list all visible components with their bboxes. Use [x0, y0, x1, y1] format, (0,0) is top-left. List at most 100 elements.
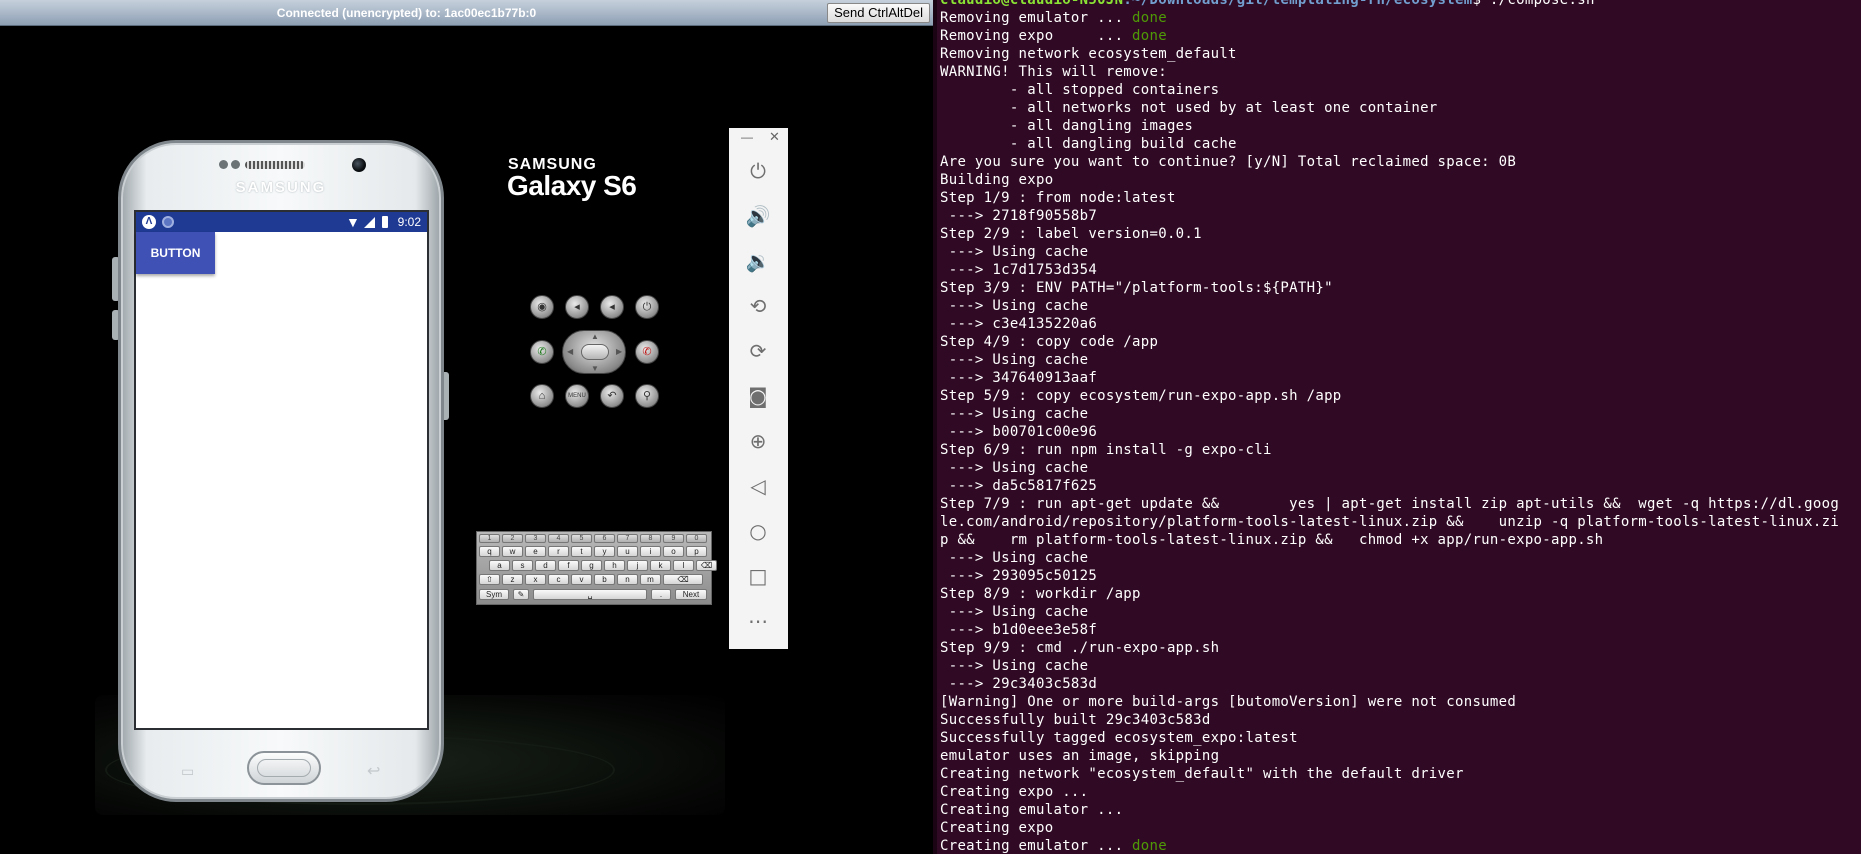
key[interactable]: 2: [502, 534, 523, 543]
terminal-line: Removing network ecosystem_default: [940, 45, 1861, 63]
key[interactable]: v: [571, 574, 592, 585]
key[interactable]: i: [640, 546, 661, 557]
back-key-icon[interactable]: ↩: [367, 761, 380, 781]
terminal-window[interactable]: claudio@claudio-N50JN:~/Downloads/git/te…: [933, 0, 1861, 854]
terminal-line-text: Removing expo ...: [940, 28, 1133, 44]
key[interactable]: j: [627, 560, 648, 571]
key[interactable]: t: [571, 546, 592, 557]
power-icon[interactable]: ⏻: [635, 295, 659, 319]
key[interactable]: 1: [479, 534, 500, 543]
key[interactable]: n: [617, 574, 638, 585]
key-space[interactable]: ␣: [533, 589, 647, 600]
terminal-done-status: done: [1132, 28, 1167, 44]
key[interactable]: w: [502, 546, 523, 557]
volume-up-icon[interactable]: ◂: [600, 295, 624, 319]
terminal-line-text: emulator uses an image, skipping: [940, 748, 1220, 764]
terminal-line-text: Step 9/9 : cmd ./run-expo-app.sh: [940, 640, 1220, 656]
dpad[interactable]: ▲ ▼ ◀ ▶: [562, 330, 626, 374]
key[interactable]: r: [548, 546, 569, 557]
key[interactable]: 5: [571, 534, 592, 543]
terminal-line: WARNING! This will remove:: [940, 63, 1861, 81]
app-button[interactable]: BUTTON: [136, 232, 215, 274]
key[interactable]: k: [650, 560, 671, 571]
back-icon[interactable]: ↶: [600, 384, 624, 408]
terminal-line: ---> 29c3403c583d: [940, 675, 1861, 693]
home-button[interactable]: [247, 751, 321, 785]
key[interactable]: l: [673, 560, 694, 571]
terminal-line: Building expo: [940, 171, 1861, 189]
send-ctrl-alt-del-button[interactable]: Send CtrlAltDel: [827, 3, 930, 23]
terminal-line: Removing expo ... done: [940, 27, 1861, 45]
key[interactable]: ⇧: [479, 574, 500, 585]
zoom-icon[interactable]: ⊕: [743, 426, 773, 456]
key[interactable]: 3: [525, 534, 546, 543]
volume-down-icon[interactable]: ◂: [565, 295, 589, 319]
camera-icon[interactable]: ◉: [530, 295, 554, 319]
rotate-right-icon[interactable]: ⟳: [743, 336, 773, 366]
key[interactable]: a: [489, 560, 510, 571]
search-icon[interactable]: ⚲: [635, 384, 659, 408]
volume-up-icon[interactable]: 🔊: [743, 201, 773, 231]
key[interactable]: b: [594, 574, 615, 585]
key[interactable]: s: [512, 560, 533, 571]
terminal-line: ---> c3e4135220a6: [940, 315, 1861, 333]
phone-screen[interactable]: Λ ▼ 9:02 BUTTON: [134, 210, 429, 730]
key-next[interactable]: Next: [675, 589, 707, 600]
key[interactable]: 4: [548, 534, 569, 543]
key[interactable]: y: [594, 546, 615, 557]
terminal-line: - all dangling build cache: [940, 135, 1861, 153]
minimize-icon[interactable]: —: [741, 130, 753, 144]
volume-down-icon[interactable]: 🔉: [743, 246, 773, 276]
screenshot-icon[interactable]: ◙: [743, 381, 773, 411]
key[interactable]: ⌫: [663, 574, 703, 585]
key[interactable]: 6: [594, 534, 615, 543]
power-icon[interactable]: ⏻: [743, 156, 773, 186]
home-icon[interactable]: ○: [743, 516, 773, 546]
key[interactable]: g: [581, 560, 602, 571]
dpad-center-button[interactable]: [581, 344, 609, 360]
key-settings-icon[interactable]: ✎: [513, 589, 529, 600]
rotate-left-icon[interactable]: ⟲: [743, 291, 773, 321]
call-icon[interactable]: ✆: [530, 340, 554, 364]
more-icon[interactable]: ⋯: [743, 606, 773, 636]
end-call-icon[interactable]: ✆: [635, 340, 659, 364]
terminal-done-status: done: [1132, 838, 1167, 854]
key-sym[interactable]: Sym: [479, 589, 509, 600]
dpad-left-icon[interactable]: ◀: [567, 347, 573, 356]
key-period[interactable]: .: [651, 589, 671, 600]
keyboard-bottom-row: Sym ✎ ␣ . Next: [479, 589, 709, 601]
key[interactable]: 7: [617, 534, 638, 543]
terminal-line: Step 1/9 : from node:latest: [940, 189, 1861, 207]
terminal-line-text: Successfully tagged ecosystem_expo:lates…: [940, 730, 1298, 746]
key[interactable]: h: [604, 560, 625, 571]
proximity-sensor: [219, 160, 228, 169]
terminal-line: Creating expo: [940, 819, 1861, 837]
key[interactable]: o: [663, 546, 684, 557]
dpad-right-icon[interactable]: ▶: [616, 347, 622, 356]
notification-dot-icon: [162, 216, 174, 228]
close-icon[interactable]: ✕: [769, 129, 780, 145]
key[interactable]: f: [558, 560, 579, 571]
menu-icon[interactable]: MENU: [565, 384, 589, 408]
key[interactable]: d: [535, 560, 556, 571]
key[interactable]: 9: [663, 534, 684, 543]
keyboard-row-1: qwertyuiop: [479, 546, 709, 558]
key[interactable]: z: [502, 574, 523, 585]
dpad-up-icon[interactable]: ▲: [591, 332, 599, 341]
prompt-user: claudio@claudio-N50JN: [940, 0, 1124, 8]
key[interactable]: ⌫: [696, 560, 717, 571]
key[interactable]: c: [548, 574, 569, 585]
back-icon[interactable]: ◁: [743, 471, 773, 501]
dpad-down-icon[interactable]: ▼: [591, 364, 599, 373]
key[interactable]: 0: [686, 534, 707, 543]
key[interactable]: q: [479, 546, 500, 557]
key[interactable]: x: [525, 574, 546, 585]
key[interactable]: p: [686, 546, 707, 557]
key[interactable]: u: [617, 546, 638, 557]
key[interactable]: e: [525, 546, 546, 557]
key[interactable]: m: [640, 574, 661, 585]
key[interactable]: 8: [640, 534, 661, 543]
overview-icon[interactable]: □: [743, 561, 773, 591]
recents-key-icon[interactable]: ▭: [181, 763, 194, 780]
home-icon[interactable]: ⌂: [530, 384, 554, 408]
